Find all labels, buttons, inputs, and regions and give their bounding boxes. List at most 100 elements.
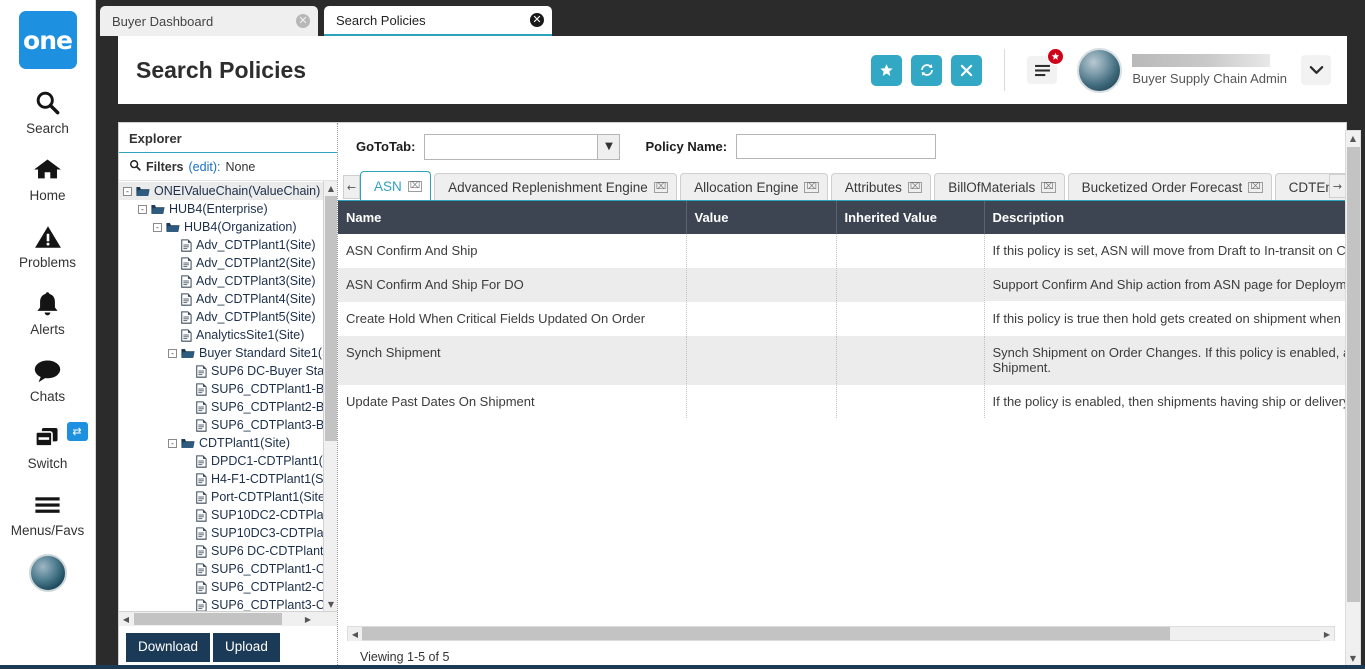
- policy-tab-advanced-replenishment-engine[interactable]: Advanced Replenishment Engine⌧: [434, 173, 677, 200]
- tree-node[interactable]: Adv_CDTPlant5(Site): [119, 308, 323, 326]
- policy-tab-asn[interactable]: ASN⌧: [360, 171, 431, 200]
- tree-node[interactable]: Adv_CDTPlant2(Site): [119, 254, 323, 272]
- scroll-up-icon[interactable]: ▲: [1346, 131, 1360, 145]
- scrollbar-thumb[interactable]: [1347, 147, 1360, 602]
- page-vertical-scrollbar[interactable]: ▲ ▼: [1345, 130, 1361, 666]
- scrollbar-thumb[interactable]: [325, 196, 337, 441]
- policy-tab-allocation-engine[interactable]: Allocation Engine⌧: [680, 173, 828, 200]
- tree-node[interactable]: SUP6_CDTPlant2-Bu: [119, 398, 323, 416]
- rail-item-alerts[interactable]: Alerts: [0, 288, 96, 337]
- close-icon[interactable]: ⌧: [1041, 182, 1055, 193]
- cell-value: [686, 268, 836, 302]
- explorer-tree[interactable]: -ONEIValueChain(ValueChain)-HUB4(Enterpr…: [119, 181, 323, 611]
- policy-tab-attributes[interactable]: Attributes⌧: [831, 173, 931, 200]
- tree-node[interactable]: -HUB4(Enterprise): [119, 200, 323, 218]
- close-icon[interactable]: ⌧: [408, 181, 422, 192]
- close-icon[interactable]: ✕: [530, 13, 544, 27]
- browser-tab-buyer-dashboard[interactable]: Buyer Dashboard ✕: [100, 6, 318, 36]
- tree-node[interactable]: SUP6 DC-CDTPlant1: [119, 542, 323, 560]
- policy-name-input[interactable]: [736, 134, 936, 159]
- rail-item-home[interactable]: Home: [0, 154, 96, 203]
- tree-node[interactable]: SUP10DC2-CDTPlan: [119, 506, 323, 524]
- tree-toggle-collapse-icon[interactable]: -: [168, 349, 177, 358]
- policy-tab-billofmaterials[interactable]: BillOfMaterials⌧: [934, 173, 1064, 200]
- page-title: Search Policies: [136, 57, 862, 84]
- scroll-left-icon[interactable]: ◀: [119, 612, 133, 626]
- scrollbar-thumb[interactable]: [362, 627, 1170, 640]
- close-icon[interactable]: ✕: [296, 14, 310, 28]
- tree-node-label: CDTPlant1(Site): [199, 436, 290, 450]
- tree-node[interactable]: SUP10DC3-CDTPlan: [119, 524, 323, 542]
- close-icon[interactable]: ⌧: [908, 182, 922, 193]
- rail-avatar[interactable]: [29, 554, 67, 592]
- avatar[interactable]: [1077, 48, 1122, 93]
- tree-node[interactable]: DPDC1-CDTPlant1(S: [119, 452, 323, 470]
- upload-button[interactable]: Upload: [213, 633, 280, 662]
- browser-tab-search-policies[interactable]: Search Policies ✕: [324, 6, 552, 36]
- tree-node[interactable]: AnalyticsSite1(Site): [119, 326, 323, 344]
- tree-node[interactable]: Adv_CDTPlant4(Site): [119, 290, 323, 308]
- column-header-inherited-value[interactable]: Inherited Value: [836, 201, 984, 234]
- header-menu-button[interactable]: [1027, 56, 1057, 84]
- close-icon[interactable]: ⌧: [654, 182, 668, 193]
- chevron-down-icon[interactable]: ▼: [597, 135, 619, 159]
- close-button[interactable]: [951, 55, 982, 86]
- download-button[interactable]: Download: [126, 633, 210, 662]
- filters-edit-link[interactable]: (edit):: [189, 160, 221, 174]
- tree-node[interactable]: SUP6_CDTPlant3-Bu: [119, 416, 323, 434]
- policy-tabs-scroll-right-button[interactable]: →: [1329, 174, 1346, 198]
- policy-table-horizontal-scrollbar[interactable]: ◀ ▶: [347, 626, 1335, 641]
- explorer-tree-horizontal-scrollbar[interactable]: ◀ ▶: [119, 611, 337, 626]
- tree-node[interactable]: - CDTPlant1(Site): [119, 434, 323, 452]
- favorite-button[interactable]: [871, 55, 902, 86]
- tree-node[interactable]: -Buyer Standard Site1(Si: [119, 344, 323, 362]
- scroll-right-icon[interactable]: ▶: [1320, 627, 1334, 641]
- user-role-label: Buyer Supply Chain Admin: [1132, 71, 1287, 86]
- tree-node[interactable]: -ONEIValueChain(ValueChain): [119, 182, 323, 200]
- column-header-description[interactable]: Description: [984, 201, 1346, 234]
- scrollbar-thumb[interactable]: [134, 613, 282, 625]
- table-row[interactable]: Synch ShipmentSynch Shipment on Order Ch…: [338, 336, 1346, 385]
- tree-toggle-collapse-icon[interactable]: -: [123, 187, 132, 196]
- gototab-select[interactable]: ▼: [424, 134, 620, 160]
- home-icon: [33, 154, 62, 185]
- scroll-down-icon[interactable]: ▼: [1346, 651, 1360, 665]
- tree-node[interactable]: H4-F1-CDTPlant1(Sit: [119, 470, 323, 488]
- table-row[interactable]: Create Hold When Critical Fields Updated…: [338, 302, 1346, 336]
- close-icon[interactable]: ⌧: [804, 182, 818, 193]
- tree-node[interactable]: Adv_CDTPlant1(Site): [119, 236, 323, 254]
- rail-item-switch[interactable]: ⇄ Switch: [0, 422, 96, 471]
- explorer-tree-vertical-scrollbar[interactable]: ▲ ▼: [323, 181, 337, 611]
- scroll-right-icon[interactable]: ▶: [301, 612, 315, 626]
- tree-node[interactable]: SUP6_CDTPlant1-Bu: [119, 380, 323, 398]
- rail-item-search[interactable]: Search: [0, 87, 96, 136]
- tree-node[interactable]: -HUB4(Organization): [119, 218, 323, 236]
- scroll-up-icon[interactable]: ▲: [324, 181, 337, 195]
- policy-tab-bucketized-order-forecast[interactable]: Bucketized Order Forecast⌧: [1068, 173, 1272, 200]
- tree-node[interactable]: Port-CDTPlant1(Site: [119, 488, 323, 506]
- table-row[interactable]: ASN Confirm And ShipIf this policy is se…: [338, 234, 1346, 268]
- tree-toggle-collapse-icon[interactable]: -: [168, 439, 177, 448]
- tree-node[interactable]: SUP6_CDTPlant2-CD: [119, 578, 323, 596]
- tree-node[interactable]: Adv_CDTPlant3(Site): [119, 272, 323, 290]
- column-header-name[interactable]: Name: [338, 201, 686, 234]
- policy-tabs-scroll-left-button[interactable]: ←: [343, 175, 360, 199]
- rail-item-chats[interactable]: Chats: [0, 355, 96, 404]
- tree-node[interactable]: SUP6_CDTPlant3-CD: [119, 596, 323, 611]
- refresh-button[interactable]: [911, 55, 942, 86]
- policy-tabs[interactable]: ASN⌧Advanced Replenishment Engine⌧Alloca…: [360, 171, 1346, 200]
- table-row[interactable]: ASN Confirm And Ship For DOSupport Confi…: [338, 268, 1346, 302]
- rail-item-problems[interactable]: Problems: [0, 221, 96, 270]
- scroll-left-icon[interactable]: ◀: [348, 627, 362, 641]
- column-header-value[interactable]: Value: [686, 201, 836, 234]
- user-menu-chevron-down-icon[interactable]: [1301, 55, 1331, 85]
- tree-toggle-collapse-icon[interactable]: -: [153, 223, 162, 232]
- tree-node[interactable]: SUP6 DC-Buyer Star: [119, 362, 323, 380]
- tree-node[interactable]: SUP6_CDTPlant1-CD: [119, 560, 323, 578]
- tree-toggle-collapse-icon[interactable]: -: [138, 205, 147, 214]
- rail-item-menus-favs[interactable]: Menus/Favs: [0, 489, 96, 538]
- swap-arrows-icon[interactable]: ⇄: [67, 422, 88, 441]
- scroll-down-icon[interactable]: ▼: [324, 597, 337, 611]
- table-row[interactable]: Update Past Dates On ShipmentIf the poli…: [338, 385, 1346, 419]
- close-icon[interactable]: ⌧: [1248, 182, 1262, 193]
